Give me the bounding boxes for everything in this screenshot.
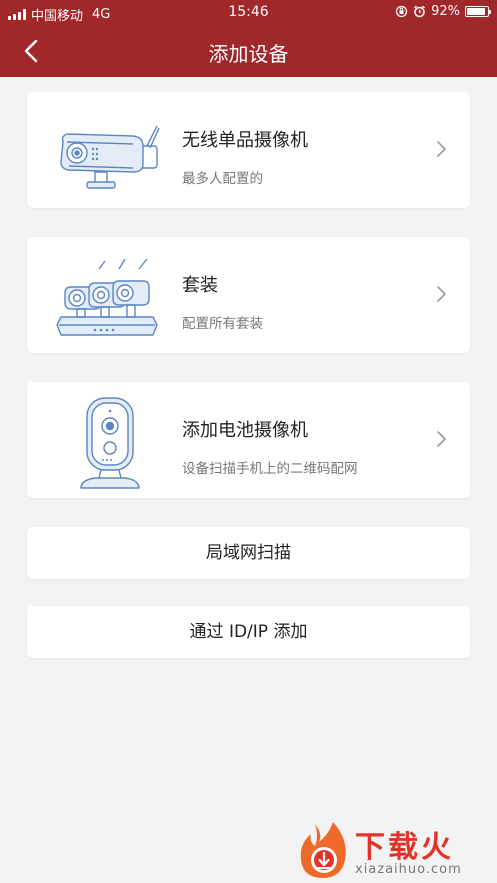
option-camera-kit[interactable]: 套装 配置所有套装 — [27, 237, 470, 353]
flame-logo-icon — [300, 822, 346, 878]
add-by-id-button[interactable]: 通过 ID/IP 添加 — [27, 606, 470, 658]
lan-scan-button[interactable]: 局域网扫描 — [27, 527, 470, 579]
watermark-text: 下载火 — [355, 830, 454, 865]
bullet-camera-icon — [60, 125, 160, 189]
option-wireless-camera[interactable]: 无线单品摄像机 最多人配置的 — [27, 92, 470, 208]
option-title: 套装 — [182, 275, 218, 296]
status-right: 92% — [395, 4, 491, 19]
battery-camera-icon — [80, 397, 140, 489]
option-battery-camera[interactable]: 添加电池摄像机 设备扫描手机上的二维码配网 — [27, 382, 470, 498]
watermark: 下载火 xiazaihuo.com — [293, 818, 497, 883]
page-title: 添加设备 — [208, 42, 289, 66]
lan-scan-label: 局域网扫描 — [206, 543, 291, 563]
option-title: 添加电池摄像机 — [182, 420, 308, 441]
camera-kit-icon — [56, 258, 158, 336]
chevron-right-icon — [437, 141, 446, 157]
alarm-icon — [414, 5, 426, 18]
header: 中国移动 4G 15:46 92% 添加设备 — [0, 0, 497, 77]
navbar: 添加设备 — [0, 26, 497, 77]
orientation-lock-icon — [395, 5, 408, 18]
status-bar: 中国移动 4G 15:46 92% — [0, 0, 497, 26]
chevron-right-icon — [437, 286, 446, 302]
option-title: 无线单品摄像机 — [182, 130, 308, 151]
battery-icon — [465, 6, 491, 17]
chevron-right-icon — [437, 431, 446, 447]
watermark-url: xiazaihuo.com — [355, 862, 462, 877]
option-subtitle: 配置所有套装 — [182, 316, 263, 332]
add-by-id-label: 通过 ID/IP 添加 — [189, 622, 308, 642]
battery-fill — [467, 8, 486, 15]
battery-percent: 92% — [431, 4, 460, 19]
option-subtitle: 设备扫描手机上的二维码配网 — [182, 461, 358, 477]
option-subtitle: 最多人配置的 — [182, 171, 263, 187]
